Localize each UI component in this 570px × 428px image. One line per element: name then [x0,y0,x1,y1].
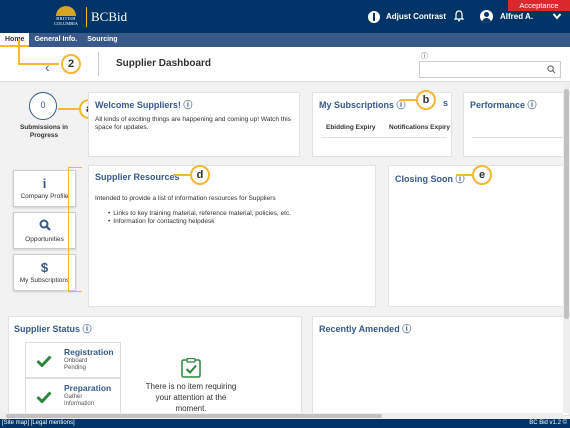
bell-icon[interactable] [454,10,464,22]
preparation-sub: Gather Information [64,394,94,407]
subscriptions-title-overflow: s [443,98,449,108]
registration-sub: Onboard Pending [64,358,87,371]
preparation-sub-line2: Information [64,400,95,407]
callout-a-line [58,108,80,110]
callout-2-line-v [18,39,20,65]
registration-sub-line2: Pending [64,364,87,371]
preparation-title: Preparation [64,383,112,393]
my-subscriptions-label: My Subscriptions [19,277,70,284]
footer-links[interactable]: [Site map] [Legal mentions] [2,419,75,428]
header-divider [98,52,99,76]
closing-soon-card: Closing Soon ⓘ [388,165,570,307]
status-row-registration[interactable]: Registration Onboard Pending [25,342,121,378]
search-icon [39,219,51,231]
welcome-card: Welcome Suppliers! ⓘ All kinds of exciti… [88,92,300,157]
page-title: Supplier Dashboard [116,58,212,69]
brand-name[interactable]: BCBid [91,9,127,25]
magnifier-icon [14,219,75,233]
info-icon: i [42,176,47,191]
nav-sourcing[interactable]: Sourcing [82,33,122,47]
supplier-resources-list: Links to key training material, referenc… [108,210,291,226]
callout-d-line [173,174,191,176]
supplier-resources-title: Supplier Resources [95,172,180,182]
footer: [Site map] [Legal mentions] BC Bid v1.2 … [0,419,570,428]
supplier-resources-card: Supplier Resources Intended to provide a… [88,165,376,307]
subscriptions-title: My Subscriptions ⓘ [319,100,406,110]
callout-e-line [456,174,472,176]
check-icon [36,355,52,367]
sun-icon [56,6,76,16]
environment-badge: Acceptance [508,0,570,11]
main-nav: Home General Info. Sourcing [0,33,570,47]
registration-sub-line1: Onboard [64,358,88,364]
supplier-status-title: Supplier Status ⓘ [14,324,92,334]
bc-logo[interactable]: BRITISH COLUMBIA [49,6,83,28]
submissions-count[interactable]: 0 [29,92,57,120]
nav-general-info[interactable]: General Info. [29,33,82,47]
company-profile-label: Company Profile [20,193,69,200]
callout-2-line-h [18,63,59,65]
nav-home[interactable]: Home [0,33,30,47]
contrast-icon[interactable] [368,11,380,23]
callout-b-line [400,99,416,101]
company-profile-button[interactable]: i Company Profile [13,170,76,207]
ebidding-expiry-header: Ebidding Expiry [326,124,376,131]
top-bar: BRITISH COLUMBIA BCBid Adjust Contrast A… [0,0,570,33]
welcome-text: All kinds of exciting things are happeni… [95,116,291,131]
logo-line-2: COLUMBIA [53,21,78,26]
vertical-scrollbar[interactable] [563,83,570,413]
chevron-down-icon[interactable] [552,11,562,21]
horizontal-scroll-thumb[interactable] [6,414,382,418]
status-empty-message: There is no item requiring your attentio… [145,382,237,413]
list-item: Links to key training material, referenc… [108,210,291,218]
adjust-contrast-button[interactable]: Adjust Contrast [386,12,446,21]
performance-card: Performance ⓘ [463,92,570,157]
welcome-title: Welcome Suppliers! ⓘ [95,100,193,110]
version-label: BC Bid v1.2 © [529,420,567,426]
back-button[interactable]: ‹ [45,59,50,75]
search-help-icon[interactable]: ⓘ [421,51,428,61]
clipboard-check-icon [181,358,201,378]
callout-c-bracket [68,167,82,292]
opportunities-label: Opportunities [25,236,64,243]
callout-d: d [190,165,210,185]
registration-title: Registration [64,347,114,357]
performance-divider [472,137,567,138]
callout-b: b [416,90,436,110]
vertical-scroll-thumb[interactable] [564,89,569,319]
check-icon [36,391,52,403]
recently-amended-title: Recently Amended ⓘ [319,324,412,334]
callout-2: 2 [61,54,81,74]
notifications-expiry-header: Notifications Expiry [389,124,451,131]
callout-e: e [472,165,492,185]
dollar-icon: $ [40,260,49,275]
submissions-label: Submissions in Progress [19,124,69,139]
closing-soon-title: Closing Soon ⓘ [395,174,465,184]
search-input[interactable] [419,61,561,78]
list-item: Information for contacting helpdesk [108,218,291,226]
avatar-icon[interactable] [480,10,493,23]
status-row-preparation[interactable]: Preparation Gather Information [25,378,121,414]
my-subscriptions-button[interactable]: $ My Subscriptions [13,254,76,291]
recently-amended-card: Recently Amended ⓘ [312,316,570,416]
performance-title: Performance ⓘ [470,100,537,110]
logo-divider [86,7,87,27]
user-name[interactable]: Alfred A. [500,12,533,21]
subscriptions-divider [321,137,447,138]
opportunities-button[interactable]: Opportunities [13,212,76,249]
search-icon[interactable] [547,65,556,74]
supplier-resources-intro: Intended to provide a list of informatio… [95,195,276,202]
